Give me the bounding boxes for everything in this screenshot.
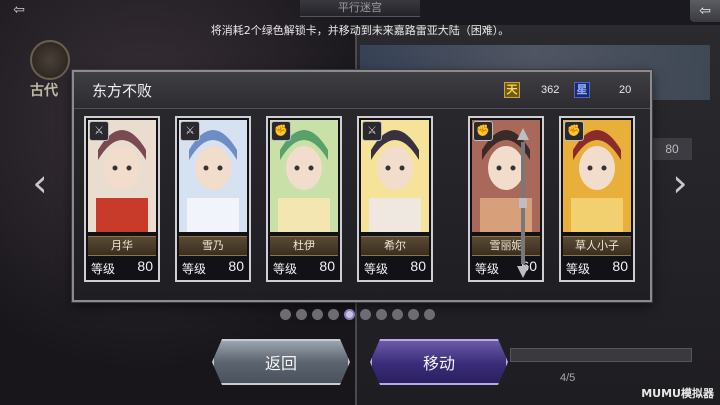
level-row: 等级 80 (179, 258, 247, 278)
team-name: 东方不败 (92, 82, 153, 100)
next-page-arrow-icon[interactable]: › (668, 158, 692, 208)
move-button[interactable]: 移动 (370, 339, 508, 385)
level-label: 等级 (273, 262, 298, 276)
page-indicator (280, 309, 435, 321)
swap-divider-icon[interactable] (517, 128, 529, 278)
background-value: 80 (652, 138, 692, 160)
character-name: 月华 (88, 236, 156, 256)
page-title: 平行迷宫 (338, 1, 382, 14)
level-label: 等级 (182, 262, 207, 276)
era-label: 古代 (30, 83, 58, 99)
level-value: 80 (612, 258, 628, 274)
level-row: 等级 60 (472, 258, 540, 278)
character-card[interactable]: ⚔ 希尔等级 80 (357, 116, 433, 282)
character-name: 雪丽妮 (472, 236, 540, 256)
back-button[interactable]: 返回 (212, 339, 350, 385)
level-label: 等级 (91, 262, 116, 276)
gold-resource-icon: 天 (504, 82, 520, 98)
era-emblem-icon (30, 40, 70, 80)
close-icon: ⇦ (699, 3, 711, 19)
close-button[interactable]: ⇦ (690, 0, 720, 22)
level-label: 等级 (364, 262, 389, 276)
prev-page-arrow-icon[interactable]: ‹ (28, 158, 52, 208)
page-dot[interactable] (280, 309, 291, 320)
character-name: 雪乃 (179, 236, 247, 256)
sword-icon: ⚔ (362, 121, 382, 141)
level-row: 等级 80 (270, 258, 338, 278)
blue-resource-icon: 星 (574, 82, 590, 98)
character-card[interactable]: ✊ 杜伊等级 80 (266, 116, 342, 282)
background-progress-count: 4/5 (560, 372, 576, 384)
character-card[interactable]: ⚔ 月华等级 80 (84, 116, 160, 282)
sword-icon: ⚔ (89, 121, 109, 141)
team-dialog: 东方不败 天 362 星 20 ⚔ 月华等级 80 ⚔ 雪乃等级 80 ✊ 杜伊等级 80 ⚔ 希尔… (72, 70, 652, 302)
page-dot[interactable] (424, 309, 435, 320)
dialog-header: 东方不败 天 362 星 20 (74, 72, 650, 109)
confirm-message: 将消耗2个绿色解锁卡，并移动到未来嘉路雷亚大陆（困难）。 (210, 24, 510, 37)
fist-icon: ✊ (564, 121, 584, 141)
level-label: 等级 (566, 262, 591, 276)
watermark: MUMU模拟器 (641, 387, 714, 400)
page-dot[interactable] (360, 309, 371, 320)
page-dot[interactable] (312, 309, 323, 320)
page-dot[interactable] (328, 309, 339, 320)
character-card[interactable]: ✊ 草人小子等级 80 (559, 116, 635, 282)
character-name: 希尔 (361, 236, 429, 256)
blue-resource-value: 20 (619, 84, 632, 96)
level-value: 80 (410, 258, 426, 274)
fist-icon: ✊ (271, 121, 291, 141)
back-arrow-icon[interactable]: ⇦ (6, 2, 32, 18)
gold-resource-value: 362 (541, 84, 560, 96)
page-dot[interactable] (296, 309, 307, 320)
level-label: 等级 (475, 262, 500, 276)
page-dot[interactable] (408, 309, 419, 320)
level-row: 等级 80 (361, 258, 429, 278)
level-row: 等级 80 (563, 258, 631, 278)
level-value: 80 (137, 258, 153, 274)
fist-icon: ✊ (473, 121, 493, 141)
character-card[interactable]: ⚔ 雪乃等级 80 (175, 116, 251, 282)
sword-icon: ⚔ (180, 121, 200, 141)
background-progress-bar (510, 348, 692, 362)
page-dot[interactable] (392, 309, 403, 320)
level-value: 80 (228, 258, 244, 274)
level-row: 等级 80 (88, 258, 156, 278)
character-card[interactable]: ✊ 雪丽妮 等级 60 (468, 116, 544, 282)
character-name: 草人小子 (563, 236, 631, 256)
page-dot[interactable] (376, 309, 387, 320)
level-value: 80 (319, 258, 335, 274)
page-dot[interactable] (344, 309, 355, 320)
character-name: 杜伊 (270, 236, 338, 256)
